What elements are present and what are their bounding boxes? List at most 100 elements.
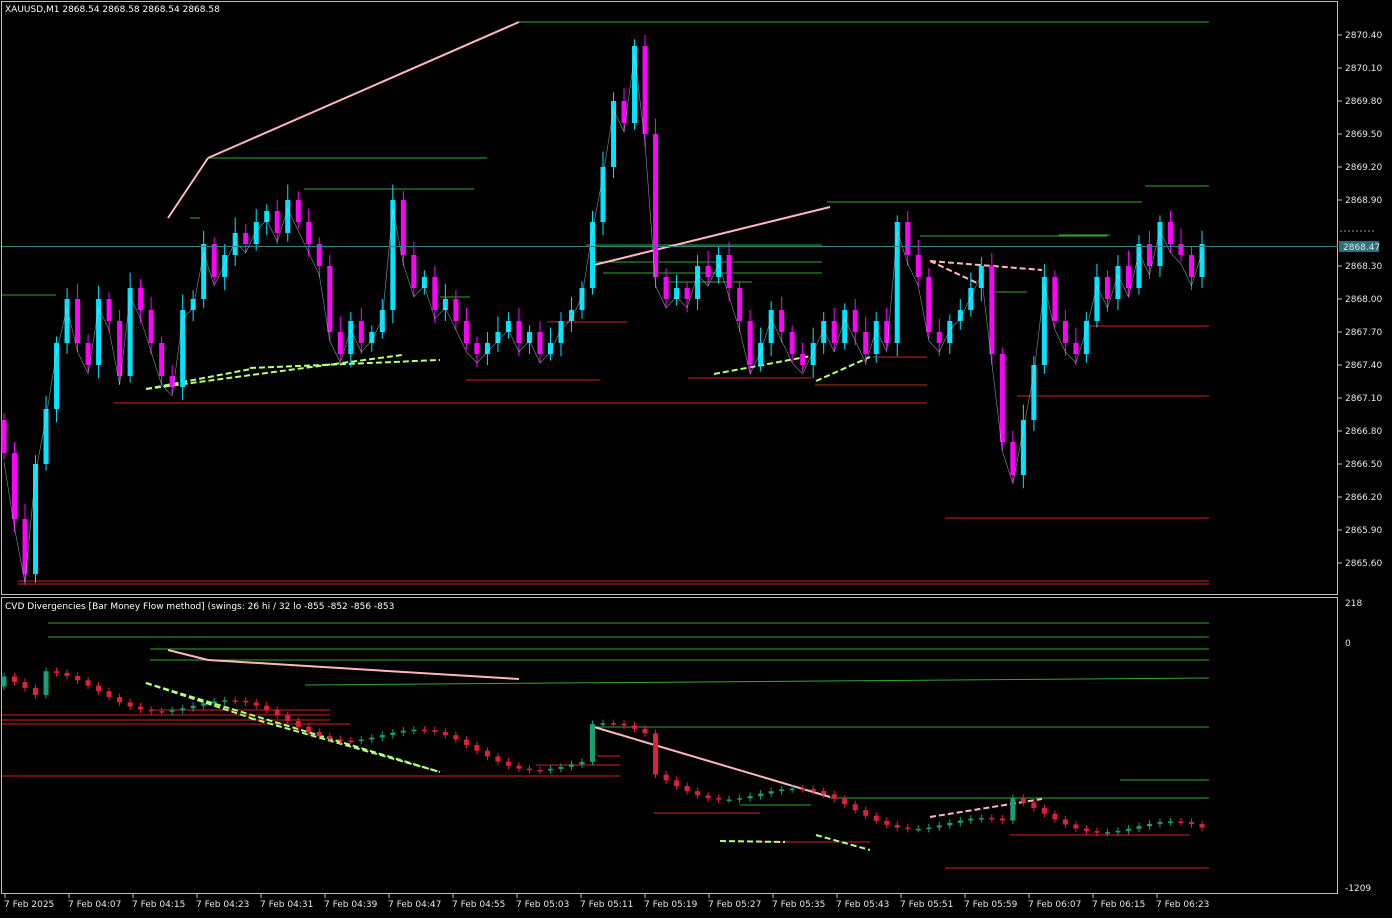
- time-tick-label: 7 Feb 05:43: [836, 900, 889, 910]
- cvd-candle-body: [327, 736, 333, 740]
- cvd-candle-body: [33, 688, 39, 695]
- price-candle-body: [127, 288, 133, 376]
- cvd-candle-body: [138, 706, 144, 710]
- cvd-candle-body: [190, 705, 196, 709]
- cvd-candle-body: [1146, 823, 1152, 827]
- price-candle-body: [1199, 244, 1205, 277]
- cvd-candle-body: [894, 824, 900, 828]
- price-axis[interactable]: 2870.40 2870.10 2869.80 2869.50 2869.20 2868.…: [1338, 31, 1382, 569]
- cvd-candle-body: [232, 700, 238, 702]
- price-candle-body: [1104, 277, 1110, 299]
- cvd-candle-body: [85, 680, 91, 686]
- cvd-candle-body: [936, 825, 942, 828]
- price-candle-body: [747, 321, 753, 365]
- cvd-candle-body: [579, 761, 585, 765]
- price-tick-label: 2866.80: [1345, 427, 1382, 437]
- cvd-candle-body: [684, 786, 690, 792]
- time-tick-label: 7 Feb 04:55: [452, 900, 505, 910]
- cvd-candle-body: [1178, 821, 1184, 823]
- cvd-candle-body: [957, 820, 963, 823]
- price-candle-body: [1010, 442, 1016, 475]
- cvd-candle-body: [526, 768, 532, 771]
- cvd-candle-body: [884, 820, 890, 825]
- price-candle-body: [1125, 266, 1131, 288]
- price-tick-label: 2869.20: [1345, 163, 1382, 173]
- chart-canvas[interactable]: XAUUSD,M1 2868.54 2868.58 2868.54 2868.5…: [0, 0, 1392, 914]
- price-candle-body: [936, 332, 942, 343]
- cvd-candle-body: [852, 804, 858, 811]
- price-candle-body: [1073, 343, 1079, 354]
- cvd-candle-body: [989, 817, 995, 820]
- cvd-candle-body: [810, 789, 816, 791]
- price-candle-body: [999, 354, 1005, 442]
- cvd-candle-body: [611, 723, 617, 725]
- time-axis[interactable]: 7 Feb 2025 7 Feb 04:07 7 Feb 04:15 7 Feb 04…: [4, 894, 1209, 910]
- cvd-candle-body: [779, 789, 785, 792]
- price-candle-body: [1115, 266, 1121, 299]
- cvd-candle-body: [621, 723, 627, 726]
- price-candle-body: [1157, 222, 1163, 266]
- price-candle-body: [737, 288, 743, 321]
- price-candle-body: [159, 343, 165, 376]
- cvd-candle-body: [316, 731, 322, 737]
- cvd-candle-body: [978, 817, 984, 820]
- cvd-candle-body: [873, 815, 879, 821]
- price-candle-body: [495, 332, 501, 343]
- time-tick-label: 7 Feb 05:51: [900, 900, 953, 910]
- cvd-candle-body: [915, 828, 921, 831]
- price-candle-body: [894, 222, 900, 343]
- time-tick-label: 7 Feb 05:19: [644, 900, 698, 910]
- cvd-candle-body: [1167, 821, 1173, 823]
- price-candle-body: [863, 332, 869, 354]
- cvd-candle-body: [453, 735, 459, 740]
- cvd-candle-body: [568, 764, 574, 767]
- cvd-scale-label: -1209: [1345, 884, 1371, 894]
- price-tick-label: 2868.90: [1345, 196, 1382, 206]
- price-candle-body: [695, 266, 701, 299]
- cvd-candle-body: [1136, 826, 1142, 829]
- cvd-candle-body: [1104, 832, 1110, 834]
- price-candle-body: [537, 332, 543, 354]
- price-candle-body: [306, 222, 312, 244]
- trading-terminal-chart-window[interactable]: XAUUSD,M1 2868.54 2868.58 2868.54 2868.5…: [0, 0, 1392, 914]
- cvd-candle-body: [306, 726, 312, 732]
- cvd-candle-body: [117, 697, 123, 703]
- cvd-scale-label: 218: [1345, 599, 1362, 609]
- price-candle-body: [138, 288, 144, 310]
- price-candle-body: [316, 244, 322, 266]
- cvd-candle-body: [222, 700, 228, 702]
- price-tick-label: 2868.00: [1345, 295, 1382, 305]
- cvd-candle-body: [558, 766, 564, 769]
- cvd-candle-body: [1115, 830, 1121, 833]
- cvd-candle-body: [600, 723, 606, 725]
- price-candle-body: [190, 299, 196, 310]
- cvd-candle-body: [390, 732, 396, 736]
- cvd-candle-body: [180, 708, 186, 711]
- time-tick-label: 7 Feb 05:27: [708, 900, 761, 910]
- price-candle-body: [337, 332, 343, 354]
- price-tick-label: 2867.10: [1345, 394, 1382, 404]
- cvd-candle-body: [1062, 819, 1068, 825]
- cvd-candle-body: [12, 676, 18, 683]
- price-candle-body: [989, 266, 995, 354]
- cvd-indicator-pane[interactable]: [1, 597, 1338, 894]
- price-candle-body: [253, 222, 259, 244]
- cvd-candle-body: [1052, 813, 1058, 820]
- time-tick-label: 7 Feb 04:07: [68, 900, 121, 910]
- current-price-label: 2868.47: [1339, 241, 1380, 253]
- cvd-axis[interactable]: 218 0 -1209: [1345, 599, 1371, 894]
- cvd-candle-body: [547, 768, 553, 771]
- price-candle-body: [33, 464, 39, 574]
- time-tick-label: 7 Feb 04:23: [196, 900, 249, 910]
- cvd-candle-body: [1, 676, 7, 687]
- price-candle-body: [800, 354, 806, 365]
- cvd-bullish-divergence-line: [719, 840, 786, 843]
- price-tick-label: 2865.90: [1345, 526, 1382, 536]
- price-candle-body: [684, 288, 690, 299]
- price-tick-label: 2870.40: [1345, 31, 1382, 41]
- price-candle-body: [653, 134, 659, 277]
- price-tick-label: 2869.80: [1345, 97, 1382, 107]
- price-candle-body: [674, 288, 680, 299]
- price-candle-body: [632, 46, 638, 123]
- main-chart-title: XAUUSD,M1 2868.54 2868.58 2868.54 2868.5…: [5, 5, 220, 15]
